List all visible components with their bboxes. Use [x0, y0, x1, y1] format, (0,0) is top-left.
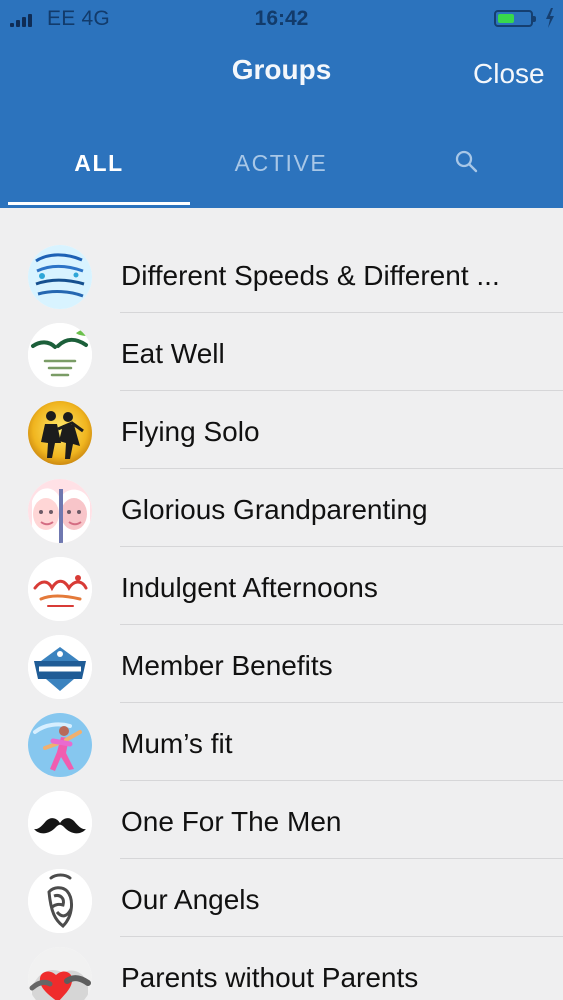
- group-row-indulgent-afternoons[interactable]: Indulgent Afternoons: [0, 547, 563, 625]
- groups-list: Different Speeds & Different ... Eat Wel…: [0, 235, 563, 1000]
- tab-all-label: ALL: [74, 150, 124, 176]
- group-name: Glorious Grandparenting: [121, 494, 428, 525]
- groups-screen: EE 4G 16:42 Groups Close ALL ACTIVE Diff…: [0, 0, 563, 1000]
- group-name: One For The Men: [121, 806, 342, 837]
- moustache-icon: [28, 791, 92, 855]
- heart-hand-icon: [28, 947, 92, 1000]
- grandparents-faces-icon: [28, 479, 92, 543]
- group-name: Eat Well: [121, 338, 225, 369]
- status-bar: EE 4G 16:42: [0, 0, 563, 38]
- group-row-parents-without-parents[interactable]: Parents without Parents: [0, 937, 563, 1000]
- group-name: Parents without Parents: [121, 962, 419, 993]
- group-name: Indulgent Afternoons: [121, 572, 378, 603]
- group-row-mums-fit[interactable]: Mum’s fit: [0, 703, 563, 781]
- tab-active[interactable]: ACTIVE: [190, 134, 372, 206]
- close-button[interactable]: Close: [465, 55, 555, 93]
- group-name: Member Benefits: [121, 650, 333, 681]
- angel-icon: [28, 869, 92, 933]
- battery-level: [498, 14, 514, 23]
- charging-icon: [546, 8, 554, 28]
- groups-header: EE 4G 16:42 Groups Close ALL ACTIVE: [0, 0, 563, 208]
- tab-search[interactable]: [372, 134, 554, 206]
- tab-active-label: ACTIVE: [234, 150, 328, 176]
- indulgent-afternoons-logo-icon: [28, 557, 92, 621]
- group-row-glorious-grandparenting[interactable]: Glorious Grandparenting: [0, 469, 563, 547]
- group-row-flying-solo[interactable]: Flying Solo: [0, 391, 563, 469]
- group-name: Different Speeds & Different ...: [121, 260, 500, 291]
- battery-icon: [494, 10, 536, 27]
- different-speeds-logo-icon: [28, 245, 92, 309]
- selected-tab-indicator: [8, 202, 190, 205]
- flying-solo-silhouettes-icon: [28, 401, 92, 465]
- group-row-our-angels[interactable]: Our Angels: [0, 859, 563, 937]
- member-badge-icon: [28, 635, 92, 699]
- group-name: Our Angels: [121, 884, 260, 915]
- group-name: Flying Solo: [121, 416, 260, 447]
- mums-fit-figure-icon: [28, 713, 92, 777]
- status-time: 16:42: [254, 7, 309, 30]
- eat-well-logo-icon: [28, 323, 92, 387]
- tab-all[interactable]: ALL: [8, 134, 190, 206]
- group-row-one-for-the-men[interactable]: One For The Men: [0, 781, 563, 859]
- group-row-different-speeds[interactable]: Different Speeds & Different ...: [0, 235, 563, 313]
- group-name: Mum’s fit: [121, 728, 233, 759]
- group-row-member-benefits[interactable]: Member Benefits: [0, 625, 563, 703]
- group-row-eat-well[interactable]: Eat Well: [0, 313, 563, 391]
- search-icon: [455, 150, 478, 173]
